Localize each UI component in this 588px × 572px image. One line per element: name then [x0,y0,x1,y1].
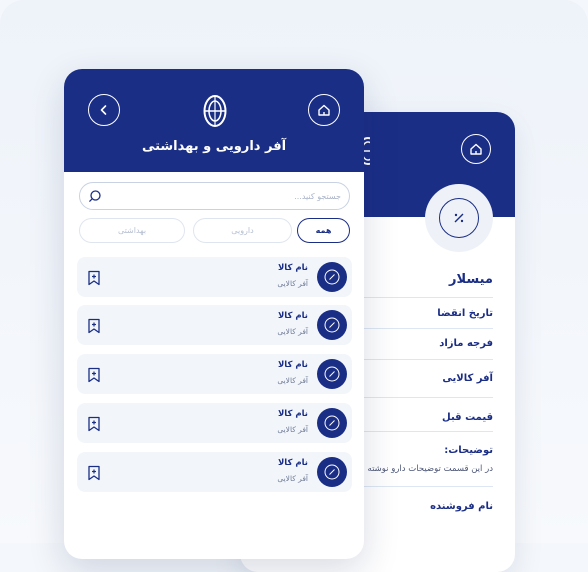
description-text: در این قسمت توضیحات دارو نوشته [367,464,493,474]
bookmark-add-icon[interactable] [87,416,101,432]
discount-icon [317,457,347,487]
list-screen: آفر دارویی و بهداشتی جستجو کنید... همه د… [64,69,364,559]
item-name: نام کالا [277,311,308,321]
list-item[interactable]: نام کالا آفر کالایی [77,452,352,492]
discount-icon [317,359,347,389]
search-placeholder: جستجو کنید... [294,191,341,201]
discount-icon [317,310,347,340]
filter-all[interactable]: همه [297,218,350,243]
chevron-left-icon [100,105,107,115]
search-icon[interactable] [88,189,102,203]
expiry-date-label: تاریخ انقضا [343,298,493,329]
home-icon [318,104,330,116]
description-label: توضیحات: [444,445,493,456]
discount-icon [317,262,347,292]
item-name: نام کالا [277,263,308,273]
home-icon [470,143,482,155]
bookmark-add-icon[interactable] [87,465,101,481]
back-button[interactable] [88,94,120,126]
list-header: آفر دارویی و بهداشتی [64,69,364,172]
item-subtitle: آفر کالایی [277,327,308,336]
list-item[interactable]: نام کالا آفر کالایی [77,257,352,297]
product-name: میسلار [343,272,493,298]
item-name: نام کالا [277,360,308,370]
previous-price-label: قیمت قبل [343,398,493,432]
item-subtitle: آفر کالایی [277,376,308,385]
item-subtitle: آفر کالایی [277,279,308,288]
bookmark-add-icon[interactable] [87,270,101,286]
list-item[interactable]: نام کالا آفر کالایی [77,305,352,345]
seller-name-label: نام فروشنده [343,486,493,512]
list-item[interactable]: نام کالا آفر کالایی [77,403,352,443]
discount-icon [317,408,347,438]
filter-hygiene[interactable]: بهداشتی [79,218,185,243]
product-avatar [425,184,493,252]
surplus-grace-label: فرجه مازاد [343,329,493,360]
product-offer-label: آفر کالایی [343,360,493,398]
filter-label: دارویی [231,226,254,235]
bookmark-add-icon[interactable] [87,318,101,334]
home-button[interactable] [308,94,340,126]
item-subtitle: آفر کالایی [277,425,308,434]
list-item[interactable]: نام کالا آفر کالایی [77,354,352,394]
search-input[interactable]: جستجو کنید... [79,182,350,210]
logo-icon [203,94,227,128]
filter-label: همه [315,226,332,235]
filter-medicine[interactable]: دارویی [193,218,292,243]
home-button[interactable] [461,134,491,164]
product-details: میسلار تاریخ انقضا فرجه مازاد آفر کالایی… [343,264,493,512]
page-title: آفر دارویی و بهداشتی [141,139,287,154]
bookmark-add-icon[interactable] [87,367,101,383]
item-subtitle: آفر کالایی [277,474,308,483]
discount-icon [439,198,479,238]
filter-label: بهداشتی [117,226,147,235]
item-name: نام کالا [277,458,308,468]
item-name: نام کالا [277,409,308,419]
